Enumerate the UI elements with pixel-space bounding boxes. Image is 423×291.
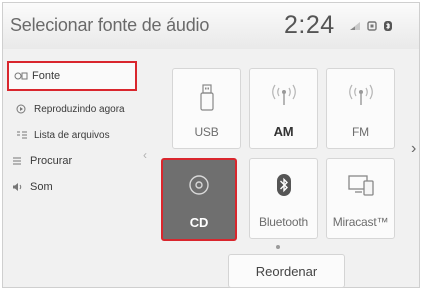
tile-label: Miracast™ bbox=[332, 215, 389, 229]
source-miracast-button[interactable]: Miracast™ bbox=[326, 158, 395, 239]
sidebar-item-label: Reproduzindo agora bbox=[34, 103, 125, 115]
bluetooth-icon bbox=[250, 173, 317, 197]
am-radio-icon bbox=[250, 83, 317, 107]
sidebar-item-reproduzindo[interactable]: Reproduzindo agora bbox=[7, 97, 137, 121]
battery-icon bbox=[367, 21, 377, 31]
tile-label: USB bbox=[194, 125, 219, 139]
sidebar-item-procurar[interactable]: Procurar bbox=[7, 149, 137, 173]
bluetooth-icon bbox=[383, 20, 393, 32]
sidebar-item-lista[interactable]: Lista de arquivos bbox=[7, 123, 137, 147]
audio-source-screen: Selecionar fonte de áudio 2:24 Fonte Rep… bbox=[2, 2, 420, 288]
list-icon bbox=[16, 130, 34, 140]
source-am-button[interactable]: AM bbox=[249, 68, 318, 149]
sidebar-item-label: Lista de arquivos bbox=[34, 129, 110, 141]
sidebar-menu: Fonte Reproduzindo agora Lista de arquiv… bbox=[7, 59, 137, 201]
sidebar-item-som[interactable]: Som bbox=[7, 175, 137, 199]
sidebar-item-label: Procurar bbox=[30, 155, 73, 167]
tile-label: AM bbox=[273, 124, 294, 139]
sidebar-item-label: Fonte bbox=[32, 70, 61, 82]
fm-radio-icon bbox=[327, 83, 394, 107]
sidebar-item-label: Som bbox=[30, 181, 53, 193]
usb-icon bbox=[173, 83, 240, 113]
speaker-icon bbox=[12, 182, 30, 192]
status-icons bbox=[349, 20, 393, 32]
cd-icon bbox=[163, 174, 235, 196]
play-icon bbox=[16, 104, 34, 114]
reorder-button[interactable]: Reordenar bbox=[228, 254, 345, 288]
scroll-left-arrow[interactable]: ‹ bbox=[143, 148, 147, 162]
header-bar: Selecionar fonte de áudio 2:24 bbox=[3, 3, 419, 49]
source-fm-button[interactable]: FM bbox=[326, 68, 395, 149]
signal-icon bbox=[349, 21, 361, 31]
clock: 2:24 bbox=[284, 11, 335, 39]
source-cd-button[interactable]: CD bbox=[161, 158, 237, 241]
scroll-right-arrow[interactable]: › bbox=[411, 140, 416, 158]
miracast-icon bbox=[327, 173, 394, 197]
source-bluetooth-button[interactable]: Bluetooth bbox=[249, 158, 318, 239]
sidebar-item-fonte[interactable]: Fonte bbox=[7, 61, 137, 91]
source-icon bbox=[14, 71, 32, 81]
tile-label: Bluetooth bbox=[259, 215, 308, 229]
page-title: Selecionar fonte de áudio bbox=[10, 15, 210, 35]
page-indicator bbox=[276, 245, 280, 249]
tile-label: CD bbox=[189, 215, 209, 230]
source-usb-button[interactable]: USB bbox=[172, 68, 241, 149]
tile-label: FM bbox=[352, 125, 369, 139]
search-list-icon bbox=[12, 156, 30, 166]
